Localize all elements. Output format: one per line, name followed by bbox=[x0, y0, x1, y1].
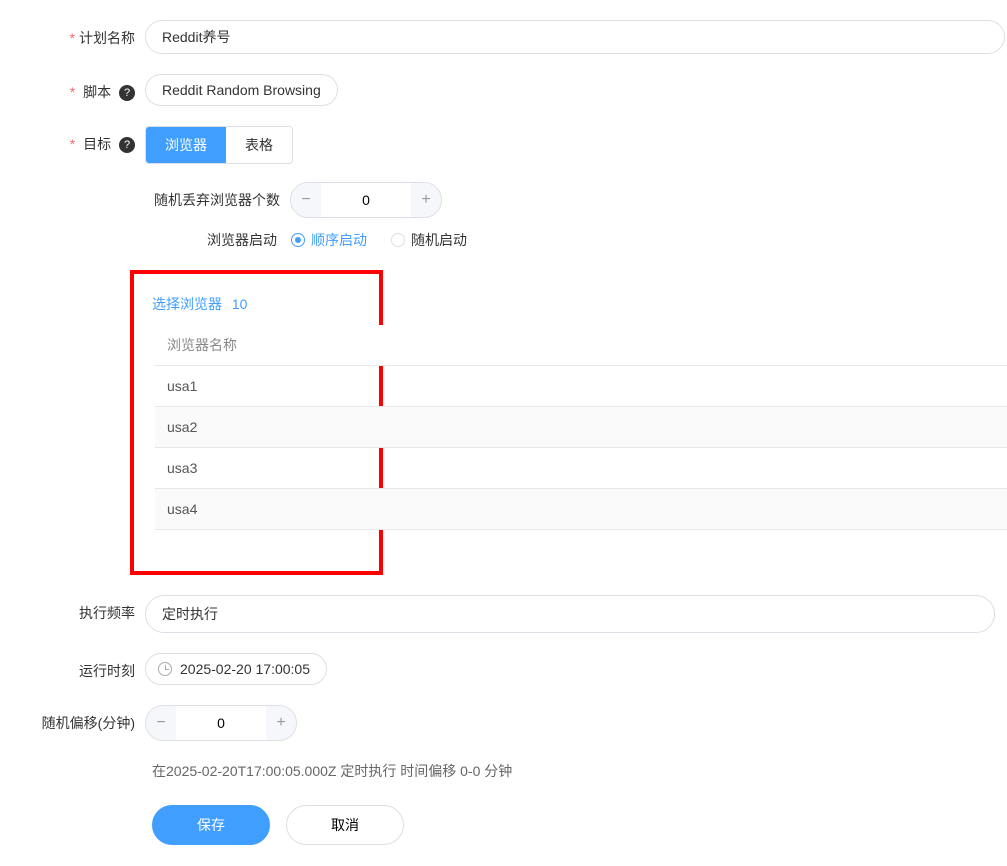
browser-table-header: 浏览器名称 bbox=[155, 325, 1007, 366]
frequency-label: 执行频率 bbox=[0, 595, 145, 623]
script-label: 脚本 ? bbox=[0, 74, 145, 102]
tab-browser[interactable]: 浏览器 bbox=[146, 127, 226, 163]
startup-random-radio[interactable]: 随机启动 bbox=[391, 230, 467, 250]
script-help-icon[interactable]: ? bbox=[119, 85, 135, 101]
table-row[interactable]: usa2 bbox=[155, 407, 1007, 448]
save-button[interactable]: 保存 bbox=[152, 805, 270, 845]
target-tabs: 浏览器 表格 bbox=[145, 126, 293, 164]
discard-count-input: − + bbox=[290, 182, 442, 218]
offset-value[interactable] bbox=[176, 715, 266, 731]
plan-name-label: 计划名称 bbox=[0, 20, 145, 48]
table-row[interactable]: usa3 bbox=[155, 448, 1007, 489]
discard-count-value[interactable] bbox=[321, 192, 411, 208]
offset-input: − + bbox=[145, 705, 297, 741]
offset-row: 随机偏移(分钟) − + bbox=[0, 705, 1007, 741]
radio-checked-icon bbox=[291, 233, 305, 247]
target-label: 目标 ? bbox=[0, 126, 145, 154]
table-row[interactable]: usa4 bbox=[155, 489, 1007, 530]
script-row: 脚本 ? Reddit Random Browsing bbox=[0, 74, 1007, 106]
tab-table[interactable]: 表格 bbox=[226, 127, 292, 163]
action-buttons: 保存 取消 bbox=[152, 805, 1007, 845]
clock-icon bbox=[158, 662, 172, 676]
radio-unchecked-icon bbox=[391, 233, 405, 247]
discard-count-label: 随机丢弃浏览器个数 bbox=[145, 190, 290, 210]
browser-table: 浏览器名称 usa1 usa2 usa3 usa4 bbox=[155, 325, 1007, 530]
frequency-row: 执行频率 定时执行 bbox=[0, 595, 1007, 633]
table-row[interactable]: usa1 bbox=[155, 366, 1007, 407]
discard-increase-button[interactable]: + bbox=[411, 183, 441, 217]
frequency-select[interactable]: 定时执行 bbox=[145, 595, 995, 633]
plan-name-row: 计划名称 bbox=[0, 20, 1007, 54]
offset-increase-button[interactable]: + bbox=[266, 706, 296, 740]
offset-label: 随机偏移(分钟) bbox=[0, 705, 145, 733]
startup-radio-group: 顺序启动 随机启动 bbox=[291, 230, 467, 250]
script-tag[interactable]: Reddit Random Browsing bbox=[145, 74, 338, 106]
startup-label: 浏览器启动 bbox=[207, 230, 291, 250]
cancel-button[interactable]: 取消 bbox=[286, 805, 404, 845]
discard-decrease-button[interactable]: − bbox=[291, 183, 321, 217]
select-browser-count: 10 bbox=[232, 296, 248, 312]
plan-name-input[interactable] bbox=[145, 20, 1005, 54]
runtime-label: 运行时刻 bbox=[0, 653, 145, 681]
schedule-summary: 在2025-02-20T17:00:05.000Z 定时执行 时间偏移 0-0 … bbox=[152, 761, 1007, 781]
target-row: 目标 ? 浏览器 表格 随机丢弃浏览器个数 − + 浏览器启动 顺序启动 bbox=[0, 126, 1007, 250]
startup-row: 浏览器启动 顺序启动 随机启动 bbox=[207, 230, 1007, 250]
startup-sequential-radio[interactable]: 顺序启动 bbox=[291, 230, 367, 250]
target-help-icon[interactable]: ? bbox=[119, 137, 135, 153]
runtime-input[interactable]: 2025-02-20 17:00:05 bbox=[145, 653, 327, 685]
select-browser-link[interactable]: 选择浏览器 10 bbox=[152, 294, 247, 314]
discard-count-row: 随机丢弃浏览器个数 − + bbox=[145, 182, 1007, 218]
offset-decrease-button[interactable]: − bbox=[146, 706, 176, 740]
runtime-row: 运行时刻 2025-02-20 17:00:05 bbox=[0, 653, 1007, 685]
